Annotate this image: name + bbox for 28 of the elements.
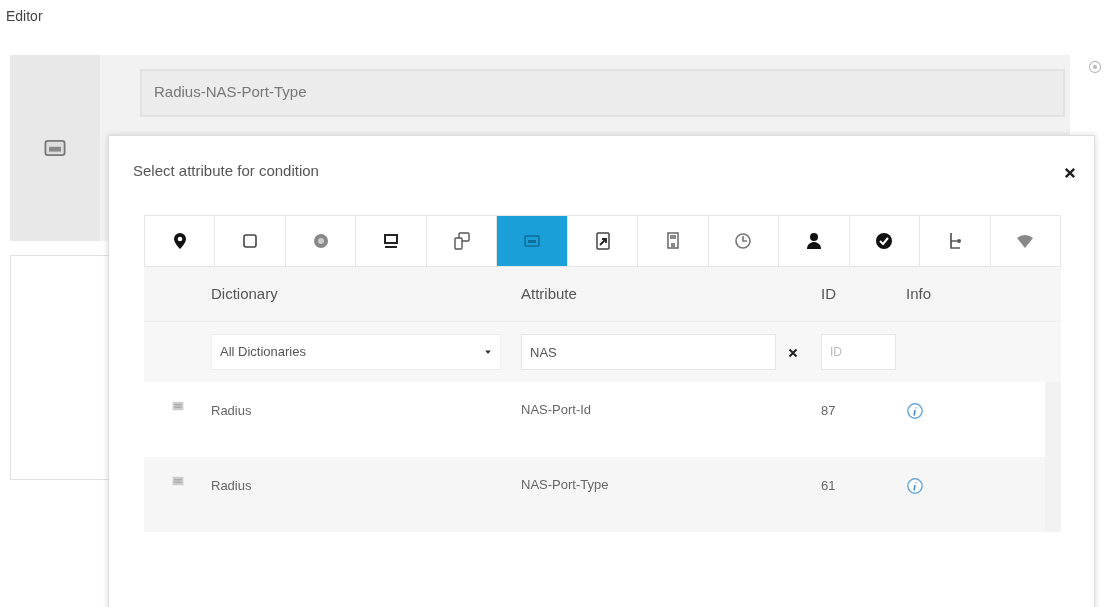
column-header: Dictionary [211, 284, 278, 302]
table-cell-text: NAS-Port-Id [521, 401, 592, 419]
close-icon [788, 347, 798, 358]
gear-icon [1088, 60, 1102, 75]
table-cell: Radius [211, 403, 252, 418]
clock-icon [733, 231, 754, 251]
column-header: Info [906, 284, 932, 302]
list-icon [171, 475, 184, 487]
column-header: ID [821, 284, 836, 302]
attribute-search-field[interactable]: NAS [521, 334, 776, 370]
page-title: Editor [6, 7, 43, 26]
table-cell: 61 [821, 478, 836, 493]
info-icon[interactable] [906, 402, 924, 421]
devices-icon [451, 231, 472, 251]
table-cell-text: NAS-Port-Type [521, 476, 609, 494]
popover-title: Select attribute for condition [133, 161, 319, 182]
table-row[interactable]: Radius NAS-Port-Id 87 [144, 382, 1061, 457]
dictionary-select[interactable]: All Dictionaries [211, 334, 501, 370]
table-cell: Radius [211, 478, 252, 493]
caret-icon [484, 348, 492, 356]
close-icon [1064, 166, 1076, 179]
attribute-field[interactable]: Radius-NAS-Port-Type [140, 69, 1065, 117]
list-icon [171, 400, 184, 412]
column-header: Attribute [521, 283, 577, 304]
info-icon[interactable] [906, 477, 924, 496]
table-cell: 87 [821, 403, 836, 418]
check-circle-icon [874, 231, 895, 251]
id-field[interactable]: ID [821, 334, 896, 370]
